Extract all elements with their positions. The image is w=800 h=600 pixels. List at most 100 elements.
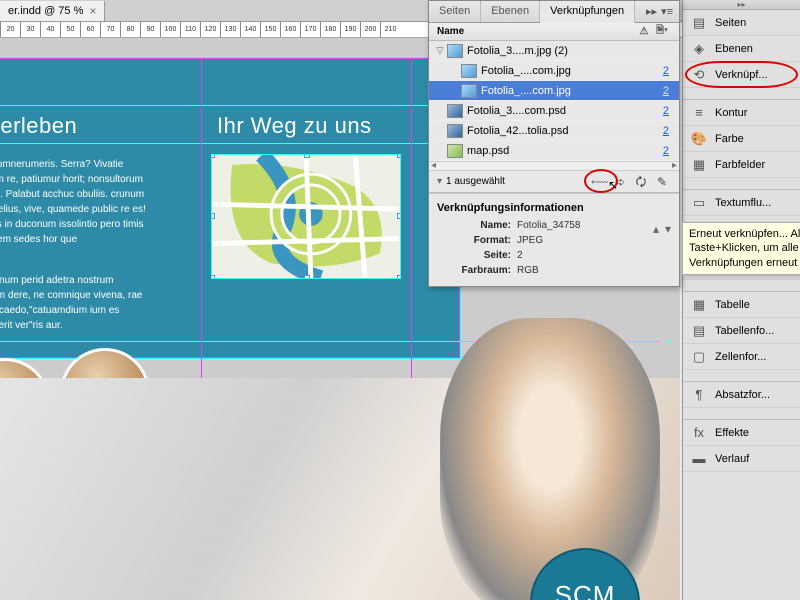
- link-filename: Fotolia_3....m.jpg (2): [467, 45, 655, 57]
- status-expand-icon[interactable]: ▾: [437, 176, 442, 187]
- info-prev-icon[interactable]: ▴: [653, 222, 659, 236]
- dock-item-icon: 🎨: [691, 131, 707, 147]
- dock-item-label: Verlauf: [715, 453, 749, 465]
- info-value: 2: [517, 250, 523, 261]
- heading-erleben: eit erleben: [0, 113, 77, 139]
- dock-item-textumflu[interactable]: ▭Textumflu...: [683, 190, 800, 216]
- dock-item-icon: ▤: [691, 15, 707, 31]
- link-thumb-icon: [461, 84, 477, 98]
- link-thumb-icon: [447, 144, 463, 158]
- dock-item-icon: ▭: [691, 195, 707, 211]
- flyer-bottom-section: SCM Für Sie & Ihn: [0, 378, 680, 600]
- dock-item-effekte[interactable]: fx Effekte: [683, 420, 800, 446]
- heading-weg: Ihr Weg zu uns: [217, 113, 372, 139]
- dock-item-label: Zellenfor...: [715, 351, 766, 363]
- body-para-2: ors inenum perid adetra nostrum nequam d…: [0, 273, 149, 333]
- dock-item-ebenen[interactable]: ◈Ebenen: [683, 36, 800, 62]
- link-row[interactable]: map.psd2: [429, 141, 679, 161]
- panel-hscrollbar[interactable]: [429, 161, 679, 171]
- flyer-top-section[interactable]: eit erleben Ihr Weg zu uns ? Fec omnerum…: [0, 58, 460, 358]
- dock-item-icon: ¶: [691, 387, 707, 403]
- link-page-number[interactable]: 2: [655, 85, 675, 97]
- panel-menu-icon[interactable]: ▾≡: [661, 5, 673, 18]
- link-row[interactable]: Fotolia_42...tolia.psd2: [429, 121, 679, 141]
- dock-item-label: Tabelle: [715, 299, 750, 311]
- dock-item-label: Kontur: [715, 107, 747, 119]
- info-row: Name:Fotolia_34758: [437, 218, 671, 233]
- panel-status-bar: ▾ 1 ausgewählt ⬳ ↖ ➪ 🗘 ✎: [429, 171, 679, 193]
- link-page-number[interactable]: 2: [655, 65, 675, 77]
- relink-icon[interactable]: ⬳: [590, 174, 608, 190]
- right-panel-dock: ▸▸ ▤Seiten◈Ebenen⟲Verknüpf...≡Kontur🎨Far…: [682, 0, 800, 600]
- dock-item-label: Absatzfor...: [715, 389, 770, 401]
- link-filename: Fotolia_....com.jpg: [481, 85, 655, 97]
- dock-item-icon: ⟲: [691, 67, 707, 83]
- link-row[interactable]: Fotolia_3....com.psd2: [429, 101, 679, 121]
- info-row: Format:JPEG: [437, 233, 671, 248]
- document-tab[interactable]: er.indd @ 75 % ×: [0, 1, 105, 21]
- relink-tooltip: Erneut verknüpfen... Alt-Taste+Klicken, …: [682, 222, 800, 275]
- dock-item-label: Ebenen: [715, 43, 753, 55]
- dock-item-icon: ▦: [691, 297, 707, 313]
- link-row[interactable]: Fotolia_....com.jpg2: [429, 81, 679, 101]
- dock-item-farbfelder[interactable]: ▦Farbfelder: [683, 152, 800, 178]
- dock-item-label: Farbfelder: [715, 159, 765, 171]
- dock-item-verlauf[interactable]: ▬ Verlauf: [683, 446, 800, 472]
- dock-item-zellenfor[interactable]: ▢ Zellenfor...: [683, 344, 800, 370]
- dock-collapse-icon[interactable]: ▸▸: [683, 0, 800, 10]
- dock-item-absatzfor[interactable]: ¶ Absatzfor...: [683, 382, 800, 408]
- info-label: Farbraum:: [437, 265, 517, 276]
- info-value: JPEG: [517, 235, 543, 246]
- info-row: Seite:2: [437, 248, 671, 263]
- link-filename: Fotolia_42...tolia.psd: [467, 125, 655, 137]
- link-page-number[interactable]: 2: [655, 145, 675, 157]
- dock-item-label: Effekte: [715, 427, 749, 439]
- cursor-icon: ↖: [608, 178, 618, 192]
- link-thumb-icon: [447, 124, 463, 138]
- link-row[interactable]: Fotolia_....com.jpg2: [429, 61, 679, 81]
- dock-item-tabelle[interactable]: ▦ Tabelle: [683, 292, 800, 318]
- panel-tab-row: Seiten Ebenen Verknüpfungen ▸▸ ▾≡: [429, 1, 679, 23]
- dock-item-icon: fx: [691, 425, 707, 441]
- dock-item-icon: ▬: [691, 451, 707, 467]
- column-name: Name: [437, 26, 635, 37]
- map-image-frame[interactable]: [211, 154, 401, 279]
- link-row[interactable]: ▽ Fotolia_3....m.jpg (2): [429, 41, 679, 61]
- link-filename: Fotolia_3....com.psd: [467, 105, 655, 117]
- links-column-header[interactable]: Name ⚠ 🗎▾: [429, 23, 679, 41]
- body-para-1: ? Fec omnerumeris. Serra? Vivatie tisqua…: [0, 157, 149, 247]
- tab-ebenen[interactable]: Ebenen: [481, 1, 540, 22]
- dock-item-seiten[interactable]: ▤Seiten: [683, 10, 800, 36]
- dock-item-verknpf[interactable]: ⟲Verknüpf...: [683, 62, 800, 88]
- info-label: Format:: [437, 235, 517, 246]
- close-icon[interactable]: ×: [89, 4, 96, 18]
- link-info-title: Verknüpfungsinformationen: [437, 198, 671, 218]
- dock-item-icon: ▢: [691, 349, 707, 365]
- horizontal-ruler[interactable]: 0102030405060708090100110120130140150160…: [0, 22, 800, 38]
- tab-seiten[interactable]: Seiten: [429, 1, 481, 22]
- dock-item-label: Tabellenfo...: [715, 325, 774, 337]
- link-filename: map.psd: [467, 145, 655, 157]
- link-page-number[interactable]: 2: [655, 105, 675, 117]
- link-page-number[interactable]: 2: [655, 125, 675, 137]
- edit-original-icon[interactable]: ✎: [653, 174, 671, 190]
- update-link-icon[interactable]: 🗘: [632, 174, 650, 190]
- tree-arrow-icon[interactable]: ▽: [433, 45, 447, 56]
- info-next-icon[interactable]: ▾: [665, 222, 671, 236]
- document-tab-label: er.indd @ 75 %: [8, 5, 83, 17]
- panel-collapse-icon[interactable]: ▸▸: [646, 5, 657, 18]
- info-row: Farbraum:RGB: [437, 263, 671, 278]
- dock-item-farbe[interactable]: 🎨Farbe: [683, 126, 800, 152]
- dock-item-tabellenfo[interactable]: ▤Tabellenfo...: [683, 318, 800, 344]
- dock-item-icon: ≡: [691, 105, 707, 121]
- tab-verknuepfungen[interactable]: Verknüpfungen: [540, 1, 635, 23]
- dock-item-kontur[interactable]: ≡ Kontur: [683, 100, 800, 126]
- person-image[interactable]: [440, 318, 660, 600]
- scm-logo-text: SCM: [532, 580, 638, 600]
- links-list: ▽ Fotolia_3....m.jpg (2) Fotolia_....com.j…: [429, 41, 679, 161]
- link-thumb-icon: [447, 44, 463, 58]
- info-label: Name:: [437, 220, 517, 231]
- link-thumb-icon: [447, 104, 463, 118]
- info-label: Seite:: [437, 250, 517, 261]
- selection-count: 1 ausgewählt: [446, 176, 505, 187]
